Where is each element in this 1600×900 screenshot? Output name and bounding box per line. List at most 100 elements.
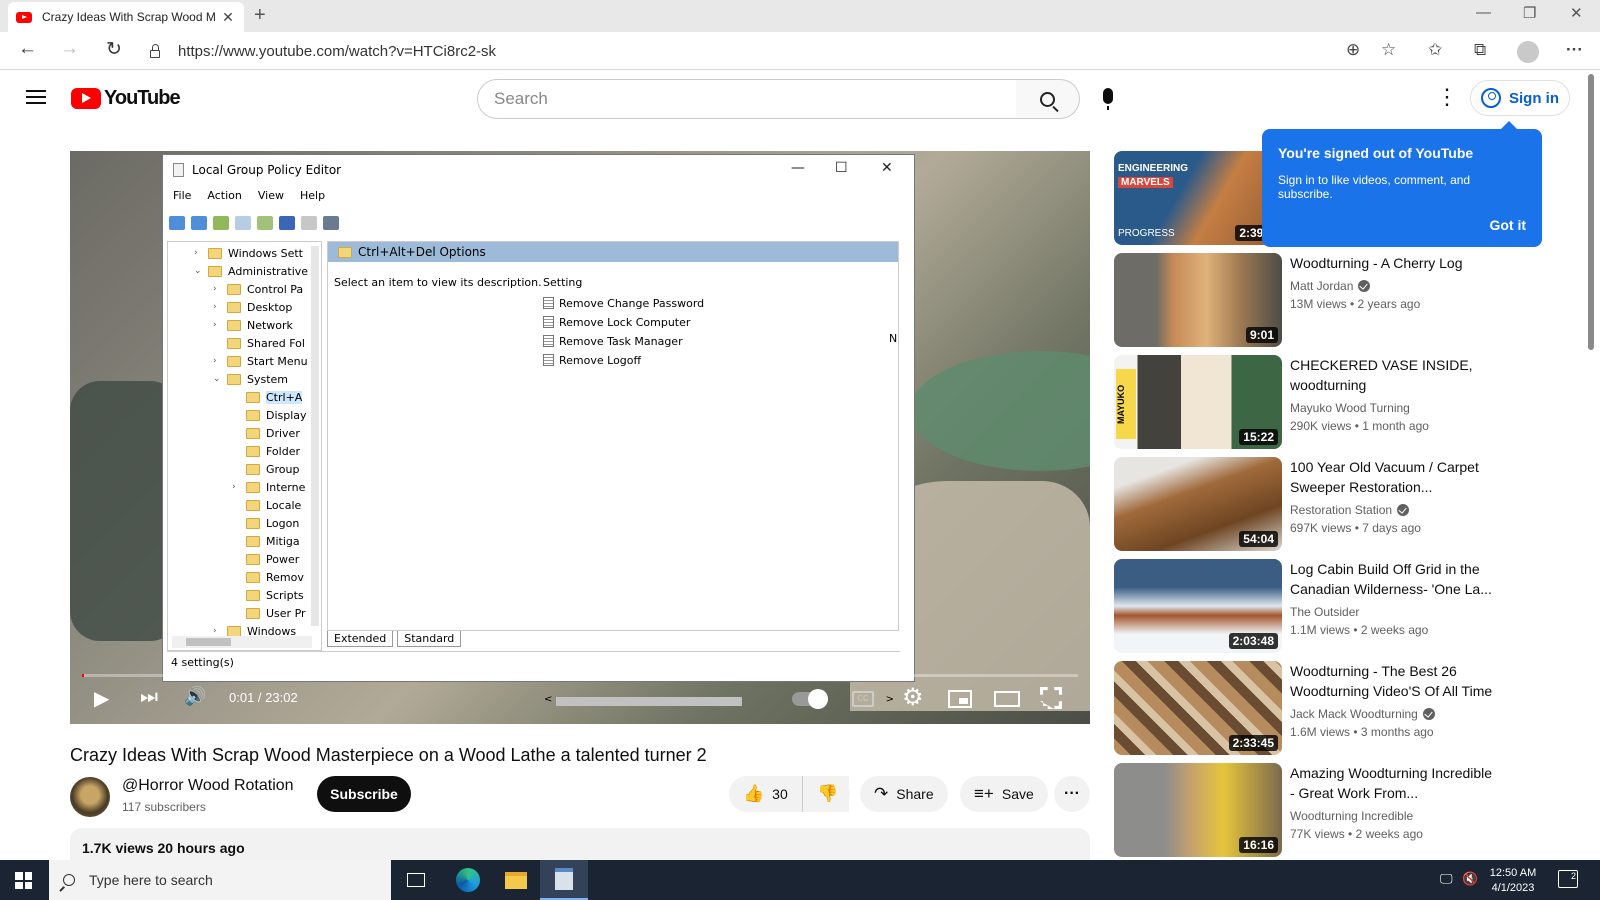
recommendation-item[interactable]: MAYUKO 15:22 CHECKERED VASE INSIDE, wood… [1114,355,1484,451]
gpe-up-folder-icon[interactable] [213,216,229,230]
video-player[interactable]: Local Group Policy Editor — ☐ ✕ File Act… [70,151,1090,724]
youtube-logo[interactable]: YouTube [71,87,181,110]
recommendation-item[interactable]: 2:03:48 Log Cabin Build Off Grid in the … [1114,559,1492,655]
recommendation-thumbnail[interactable]: 2:33:45 [1114,661,1282,755]
subscribe-button[interactable]: Subscribe [317,776,411,812]
recommendation-item[interactable]: 2:33:45 Woodturning - The Best 26 Woodtu… [1114,661,1492,757]
browser-tab[interactable]: Crazy Ideas With Scrap Wood M ✕ [8,2,244,32]
gpe-export-icon[interactable] [257,216,273,230]
recommendation-title[interactable]: Log Cabin Build Off Grid in the Canadian… [1290,559,1500,599]
share-button[interactable]: ↷ Share [860,776,948,812]
gpe-menu-help[interactable]: Help [300,189,325,202]
gpe-close-button[interactable]: ✕ [881,160,893,176]
recommendation-thumbnail[interactable]: 9:01 [1114,253,1282,347]
volume-icon[interactable]: 🔊 [184,686,206,707]
tree-item[interactable]: Remov [232,568,304,586]
search-button[interactable] [1016,79,1080,119]
tree-item[interactable]: Shared Fol [213,334,305,352]
recommendation-title[interactable]: 100 Year Old Vacuum / Carpet Sweeper Res… [1290,457,1500,497]
task-view-button[interactable] [392,860,440,900]
reload-button[interactable]: ↻ [106,38,122,61]
recommendation-item[interactable]: 16:16 Amazing Woodturning Incredible - G… [1114,763,1492,859]
tree-item[interactable]: Power [232,550,299,568]
miniplayer-icon[interactable] [948,690,972,708]
favorites-icon[interactable]: ✩ [1428,40,1442,60]
dislike-button[interactable]: 👎 [802,776,850,812]
recommendation-thumbnail[interactable]: 54:04 [1114,457,1282,551]
tree-item[interactable]: Locale [232,496,301,514]
recommendation-channel[interactable]: Restoration Station [1290,503,1410,517]
autoplay-toggle[interactable] [792,689,828,709]
gpe-back-icon[interactable] [169,216,185,230]
video-progress-bar[interactable] [82,674,1078,677]
gpe-help-icon[interactable] [279,216,295,230]
gpe-forward-icon[interactable] [191,216,207,230]
file-explorer-taskbar-button[interactable] [492,860,540,900]
notepad-taskbar-button[interactable] [540,860,588,900]
gpe-setting-column-header[interactable]: Setting [543,276,582,289]
tab-standard[interactable]: Standard [397,631,462,647]
tree-item[interactable]: › Desktop [213,298,292,316]
gpe-setting-row[interactable]: Remove Logoff [543,351,641,369]
settings-horizontal-scrollbar[interactable]: < > [542,694,896,708]
taskbar-clock[interactable]: 12:50 AM 4/1/2023 [1483,866,1543,896]
gpe-maximize-button[interactable]: ☐ [835,160,848,176]
gpe-menu-file[interactable]: File [173,189,191,202]
recommendation-item[interactable]: 9:01 Woodturning - A Cherry Log Matt Jor… [1114,253,1484,349]
tab-close-icon[interactable]: ✕ [220,9,236,26]
network-icon[interactable]: 🖵 [1440,871,1453,887]
tree-horizontal-scrollbar[interactable] [172,636,312,648]
windows-start-icon[interactable] [15,872,32,889]
settings-hscroll-thumb[interactable] [556,697,742,706]
recommendation-channel[interactable]: Woodturning Incredible [1290,809,1413,823]
tree-item[interactable]: Group [232,460,300,478]
recommendation-item[interactable]: 54:04 100 Year Old Vacuum / Carpet Sweep… [1114,457,1484,553]
browser-profile-avatar[interactable] [1517,41,1539,63]
recommendation-channel[interactable]: Matt Jordan [1290,279,1371,293]
tree-item[interactable]: ⌄ Administrative [194,262,308,280]
tree-item[interactable]: › Control Pa [213,280,303,298]
recommendation-thumbnail[interactable]: MAYUKO 15:22 [1114,355,1282,449]
channel-avatar[interactable] [70,777,110,817]
taskbar-search-input[interactable]: Type here to search [49,860,391,900]
got-it-button[interactable]: Got it [1489,217,1526,233]
tree-item[interactable]: Display [232,406,307,424]
new-tab-button[interactable]: + [254,4,266,27]
gpe-show-hide-tree-icon[interactable] [235,216,251,230]
gpe-filter-icon[interactable] [323,216,339,230]
tree-item[interactable]: Logon [232,514,299,532]
more-actions-button[interactable]: ··· [1054,776,1090,812]
gpe-minimize-button[interactable]: — [791,160,805,176]
gpe-properties-icon[interactable] [301,216,317,230]
tree-item[interactable]: › Windows Sett [194,244,303,262]
close-window-button[interactable]: ✕ [1570,4,1583,22]
microphone-icon[interactable] [1103,88,1113,110]
tree-item[interactable]: Mitiga [232,532,300,550]
gpe-setting-row[interactable]: Remove Lock Computer [543,313,690,331]
restore-window-button[interactable]: ❐ [1523,4,1536,22]
next-video-icon[interactable]: ⏭ [140,686,158,709]
recommendation-channel[interactable]: Jack Mack Woodturning [1290,707,1435,721]
recommendation-thumbnail[interactable]: 16:16 [1114,763,1282,857]
recommendation-thumbnail[interactable]: ENGINEERING MARVELS PROGRESS 2:39:0 [1114,151,1282,245]
browser-menu-icon[interactable]: ··· [1566,40,1583,60]
gpe-menu-action[interactable]: Action [207,189,241,202]
hamburger-menu-icon[interactable] [26,90,46,104]
settings-gear-icon[interactable]: ⚙ [902,683,924,712]
recommendation-channel[interactable]: The Outsider [1290,605,1359,619]
tree-item[interactable]: ⌄ System [213,370,288,388]
tree-item[interactable]: User Pr [232,604,306,622]
tree-item[interactable]: Scripts [232,586,304,604]
gpe-state-column-header[interactable]: N [889,332,897,345]
recommendation-title[interactable]: Woodturning - A Cherry Log [1290,253,1500,273]
tree-hscroll-thumb[interactable] [186,638,231,646]
recommendation-thumbnail[interactable]: 2:03:48 [1114,559,1282,653]
tree-item[interactable]: › Interne [232,478,305,496]
forward-button[interactable]: → [60,38,79,60]
scroll-left-arrow-icon[interactable]: < [544,694,552,705]
channel-name[interactable]: @Horror Wood Rotation [122,777,294,795]
url-field[interactable]: https://www.youtube.com/watch?v=HTCi8rc2… [150,36,1390,66]
save-button[interactable]: ≡+ Save [960,776,1048,812]
notification-center-icon[interactable]: 2 [1558,870,1578,888]
collections-icon[interactable]: ⧉ [1474,40,1486,60]
